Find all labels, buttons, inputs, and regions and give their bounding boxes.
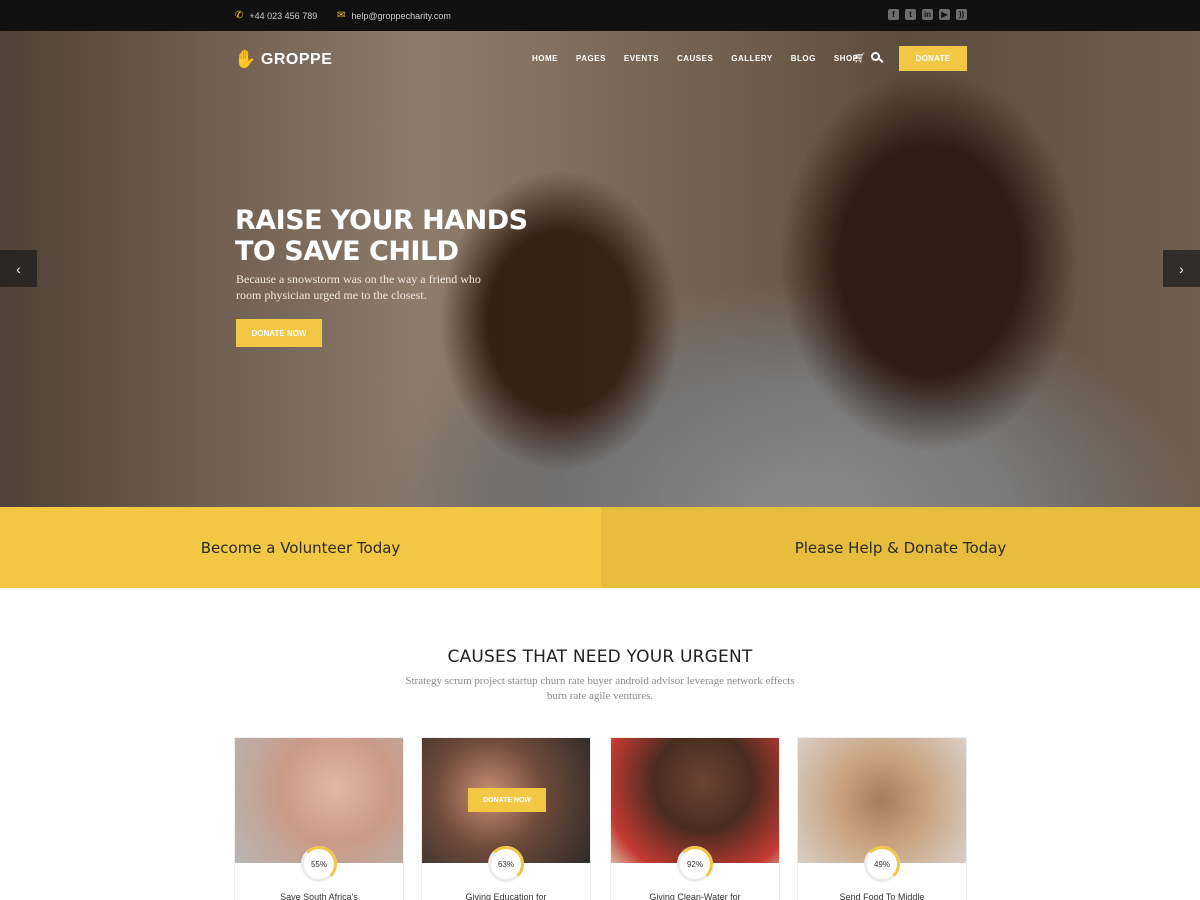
cause-card[interactable]: 49% Send Food To Middle [797,737,967,900]
progress-badge: 63% [488,846,524,882]
twitter-icon[interactable]: t [905,9,916,20]
search-icon[interactable] [871,52,880,61]
cause-card[interactable]: DONATE NOW 63% Giving Education for [421,737,591,900]
cause-card[interactable]: 92% Giving Clean-Water for [610,737,780,900]
cause-title[interactable]: Giving Clean-Water for [611,892,779,900]
hero-image [0,31,1200,507]
envelope-icon: ✉ [337,10,346,21]
phone-contact[interactable]: ✆ +44 023 456 789 [235,0,317,31]
cart-icon[interactable]: 🛒︎ [853,53,866,64]
nav-item-causes[interactable]: CAUSES [677,54,713,63]
cause-title[interactable]: Save South Africa's [235,892,403,900]
cause-image [798,738,966,863]
facebook-icon[interactable]: f [888,9,899,20]
cause-image [611,738,779,863]
phone-icon: ✆ [235,10,244,21]
brand-name: GROPPE [260,50,333,68]
social-links: f t in ▶ )) [888,9,967,20]
phone-number: +44 023 456 789 [249,10,318,21]
youtube-icon[interactable]: ▶ [939,9,950,20]
nav-item-home[interactable]: HOME [532,54,558,63]
causes-subtitle: Strategy scrum project startup churn rat… [405,675,795,702]
nav-item-events[interactable]: EVENTS [624,54,659,63]
top-bar: ✆ +44 023 456 789 ✉ help@groppecharity.c… [0,0,1200,31]
main-navigation: ✋ GROPPE HOME PAGES EVENTS CAUSES GALLER… [0,31,1200,91]
volunteer-cta[interactable]: Become a Volunteer Today [0,507,601,588]
progress-badge: 49% [864,846,900,882]
hero-title: RAISE YOUR HANDS TO SAVE CHILD [235,205,528,267]
linkedin-icon[interactable]: in [922,9,933,20]
causes-title: CAUSES THAT NEED YOUR URGENT [447,647,753,667]
chevron-right-icon: › [1179,260,1184,277]
hero-title-line1: RAISE YOUR HANDS [235,205,528,236]
chevron-left-icon: ‹ [16,260,21,277]
slider-prev-button[interactable]: ‹ [0,250,37,287]
progress-badge: 55% [301,846,337,882]
hero-subtitle: Because a snowstorm was on the way a fri… [236,272,481,302]
email-address: help@groppecharity.com [351,10,451,21]
card-donate-now-button[interactable]: DONATE NOW [468,788,546,812]
email-contact[interactable]: ✉ help@groppecharity.com [337,0,451,31]
site-logo[interactable]: ✋ GROPPE [234,49,332,70]
nav-item-pages[interactable]: PAGES [576,54,606,63]
donate-button[interactable]: DONATE [899,46,967,71]
hero-title-line2: TO SAVE CHILD [235,236,459,267]
cause-card[interactable]: 55% Save South Africa's [234,737,404,900]
nav-item-blog[interactable]: BLOG [791,54,816,63]
cause-title[interactable]: Giving Education for [422,892,590,900]
nav-menu: HOME PAGES EVENTS CAUSES GALLERY BLOG SH… [532,54,859,63]
hero-slider: ✋ GROPPE HOME PAGES EVENTS CAUSES GALLER… [0,31,1200,507]
slider-next-button[interactable]: › [1163,250,1200,287]
nav-item-gallery[interactable]: GALLERY [731,54,772,63]
donate-cta[interactable]: Please Help & Donate Today [601,507,1200,588]
cause-title[interactable]: Send Food To Middle [798,892,966,900]
progress-badge: 92% [677,846,713,882]
cause-image: DONATE NOW [422,738,590,863]
hero-donate-now-button[interactable]: DONATE NOW [236,319,322,347]
rss-icon[interactable]: )) [956,9,967,20]
raised-hand-icon: ✋ [234,49,257,69]
cause-image [235,738,403,863]
